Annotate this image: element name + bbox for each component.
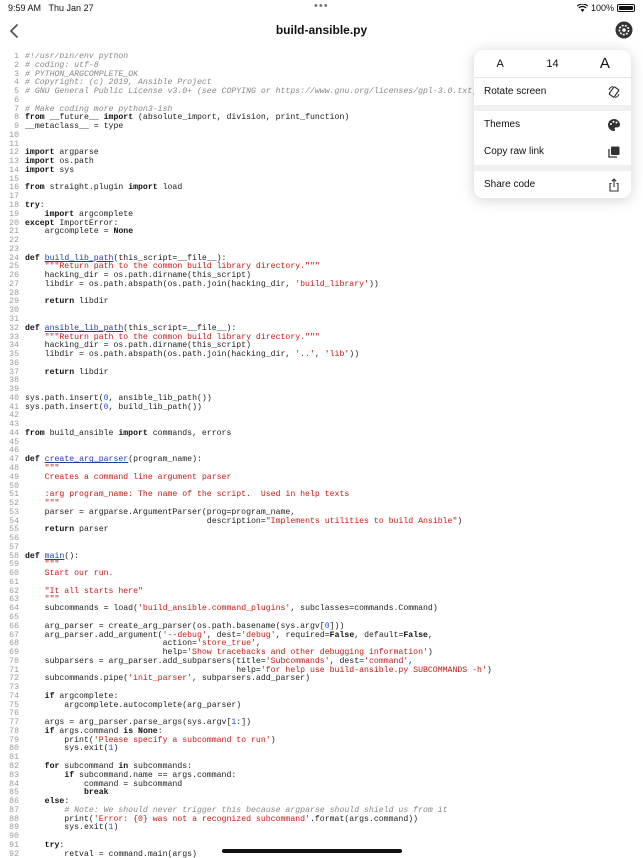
code-line: 41 sys.path.insert(0, build_lib_path()) — [0, 402, 643, 413]
status-right: 100% — [576, 3, 635, 13]
code-text: return libdir — [44, 297, 109, 307]
code-line: 55 return parser — [0, 525, 643, 535]
code-text: subcommands.pipe('init_parser', subparse… — [25, 674, 310, 684]
copy-raw-link-button[interactable]: Copy raw link — [474, 138, 631, 165]
themes-label: Themes — [484, 119, 521, 130]
code-line: 37 return libdir — [0, 367, 643, 378]
code-line: 56 — [0, 534, 643, 544]
code-text: subcommands = load('build_ansible.comman… — [25, 604, 438, 614]
font-size-row: A 14 A — [474, 50, 631, 78]
page-title: build-ansible.py — [275, 23, 368, 37]
code-line: 47 def create_arg_parser(program_name): — [0, 455, 643, 465]
copy-icon — [607, 145, 621, 159]
code-line: 58 def main(): — [0, 552, 643, 562]
line-number: 6 — [14, 95, 19, 105]
line-number: 7 — [14, 104, 19, 114]
code-text: Start our run. — [25, 569, 114, 579]
settings-button[interactable] — [615, 21, 633, 39]
home-indicator[interactable] — [222, 849, 402, 853]
code-line: 35 libdir = os.path.abspath(os.path.join… — [0, 350, 643, 360]
code-line: 85 break — [0, 788, 643, 798]
code-line: 44 from build_ansible import commands, er… — [0, 428, 643, 439]
code-text: from build_ansible import commands, erro… — [25, 428, 232, 438]
code-line: 21 argcomplete = None — [0, 227, 643, 237]
line-number: 1 — [14, 53, 19, 61]
code-text: import sys — [25, 165, 75, 175]
battery-icon — [617, 4, 635, 12]
settings-popover: A 14 A Rotate screen Themes Copy raw lin… — [474, 50, 631, 198]
code-line: 62 "It all starts here" — [0, 587, 643, 597]
code-text: libdir = os.path.abspath(os.path.join(ha… — [25, 350, 360, 360]
code-text: :arg program_name: The name of the scrip… — [25, 490, 350, 500]
code-line: 49 Creates a command line argument parse… — [0, 472, 643, 483]
code-line: 22 — [0, 236, 643, 246]
code-text: argcomplete.autocomplete(arg_parser) — [25, 700, 242, 710]
line-number: 92 — [9, 849, 19, 858]
code-line: 38 — [0, 377, 643, 386]
code-line: 60 Start our run. — [0, 569, 643, 579]
status-time: 9:59 AM Thu Jan 27 — [8, 3, 94, 13]
code-line: 90 — [0, 832, 643, 842]
code-text: Creates a command line argument parser — [25, 472, 232, 482]
code-line: 30 — [0, 306, 643, 316]
font-size-value: 14 — [546, 57, 559, 70]
line-number: 4 — [14, 78, 19, 88]
share-code-label: Share code — [484, 179, 536, 190]
code-text: # GNU General Public License v3.0+ (see … — [25, 87, 478, 97]
increase-font-button[interactable]: A — [579, 50, 631, 77]
code-text: __metaclass__ = type — [25, 122, 124, 132]
multitasking-dots[interactable]: ••• — [314, 0, 329, 12]
line-number: 8 — [14, 113, 19, 123]
code-text: retval = command.main(args) — [25, 849, 197, 858]
wifi-icon — [576, 4, 588, 12]
status-bar: 9:59 AM Thu Jan 27 ••• 100% — [0, 0, 643, 16]
rotate-screen-label: Rotate screen — [484, 86, 547, 97]
copy-raw-link-label: Copy raw link — [484, 146, 545, 157]
code-line: 89 sys.exit(1) — [0, 823, 643, 833]
code-text: libdir = os.path.abspath(os.path.join(ha… — [25, 279, 379, 289]
code-text: return libdir — [44, 367, 109, 377]
line-number: 2 — [14, 60, 19, 70]
code-text: sys.path.insert(0, build_lib_path()) — [25, 402, 202, 412]
code-line: 45 — [0, 438, 643, 448]
code-line: 75 argcomplete.autocomplete(arg_parser) — [0, 700, 643, 711]
code-text: sys.exit(1) — [25, 744, 119, 754]
code-line: 64 subcommands = load('build_ansible.com… — [0, 604, 643, 614]
code-line: 57 — [0, 543, 643, 553]
line-number: 5 — [14, 87, 19, 97]
themes-button[interactable]: Themes — [474, 111, 631, 138]
code-line: 42 — [0, 412, 643, 421]
code-text: return parser — [44, 525, 109, 535]
battery-percent: 100% — [590, 3, 614, 13]
share-code-button[interactable]: Share code — [474, 171, 631, 198]
code-text: from straight.plugin import load — [25, 183, 183, 193]
decrease-font-button[interactable]: A — [474, 50, 526, 77]
code-line: 72 subcommands.pipe('init_parser', subpa… — [0, 674, 643, 684]
gear-icon — [615, 21, 633, 39]
rotate-icon — [607, 85, 621, 99]
code-line: 51 :arg program_name: The name of the sc… — [0, 490, 643, 500]
code-line: 29 return libdir — [0, 298, 643, 307]
rotate-screen-button[interactable]: Rotate screen — [474, 78, 631, 105]
code-line: 27 libdir = os.path.abspath(os.path.join… — [0, 279, 643, 290]
palette-icon — [607, 118, 621, 132]
share-icon — [607, 177, 621, 192]
code-text: argcomplete = None — [25, 227, 134, 237]
code-line: 80 sys.exit(1) — [0, 745, 643, 754]
line-number: 3 — [14, 69, 19, 79]
code-text: sys.exit(1) — [25, 823, 119, 833]
nav-bar: build-ansible.py — [0, 16, 643, 46]
